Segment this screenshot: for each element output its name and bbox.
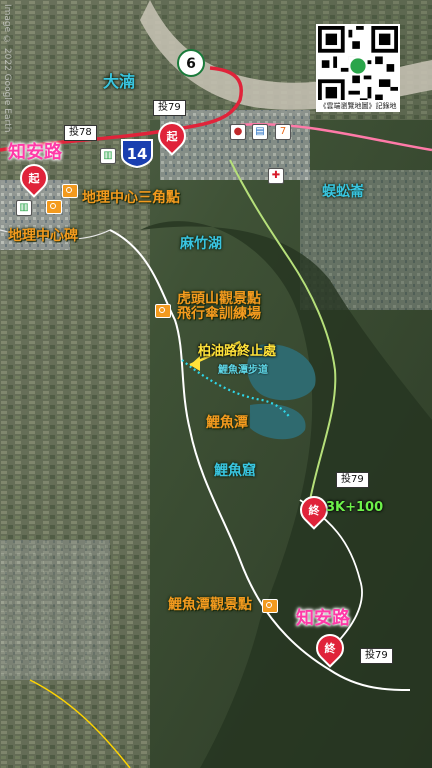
start-pin-left-label: 起: [28, 172, 40, 185]
label-geo-center-monument: 地理中心碑: [8, 228, 78, 244]
building-icon-left: ▥: [16, 200, 32, 216]
label-hutoushan-viewpoint: 虎頭山觀景點: [177, 291, 261, 307]
qr-code-icon[interactable]: [316, 24, 400, 108]
label-mazhu-lake: 麻竹湖: [180, 236, 222, 252]
camera-icon-monument: [46, 200, 62, 214]
hospital-icon: ✚: [268, 168, 284, 184]
sign-tou79-bottom: 投79: [360, 648, 393, 664]
qr-caption: 《雲端瀏覽地圖》記錄地: [316, 100, 400, 112]
label-paved-road-end: 柏油路終止處: [198, 344, 277, 359]
label-zhian-road-top: 知安路: [8, 142, 62, 163]
route-14-label: 14: [127, 145, 148, 163]
label-geo-center-triangle: 地理中心三角點: [82, 190, 180, 206]
sign-tou79-top: 投79: [153, 100, 186, 116]
town-southwest: [0, 540, 110, 680]
camera-icon-triangle-point: [62, 184, 78, 198]
camera-icon-carp-viewpoint: [262, 599, 278, 613]
label-carp-cave: 鯉魚窟: [214, 463, 256, 479]
label-carp-lake: 鯉魚潭: [206, 415, 248, 431]
route-6-shield-icon: 6: [176, 48, 206, 82]
route-6-label: 6: [186, 56, 196, 72]
label-distance: 3K+100: [326, 500, 384, 515]
sign-tou79-right: 投79: [336, 472, 369, 488]
route-14-shield-icon: 14: [120, 138, 154, 172]
start-pin-top-label: 起: [166, 130, 178, 143]
google-earth-watermark: Image © 2022 Google Earth: [2, 4, 12, 133]
building-icon: ▥: [100, 148, 116, 164]
end-pin-bottom-label: 終: [324, 642, 336, 655]
end-pin-mid-label: 終: [308, 504, 320, 517]
camera-icon-hutoushan: [155, 304, 171, 318]
label-tortoise-pond: 蜈蚣崙: [322, 184, 364, 200]
convenience-store-icon: 7: [275, 124, 291, 140]
label-paragliding-field: 飛行傘訓練場: [177, 306, 261, 322]
sign-tou78: 投78: [64, 125, 97, 141]
shop-icon: ▤: [252, 124, 268, 140]
label-zhian-road-bottom: 知安路: [296, 608, 350, 629]
label-carp-lake-viewpoint: 鯉魚潭觀景點: [168, 597, 252, 613]
label-carp-trail: 鯉魚潭步道: [218, 365, 268, 376]
police-icon: ●: [230, 124, 246, 140]
label-datan: 大湳: [103, 72, 136, 91]
